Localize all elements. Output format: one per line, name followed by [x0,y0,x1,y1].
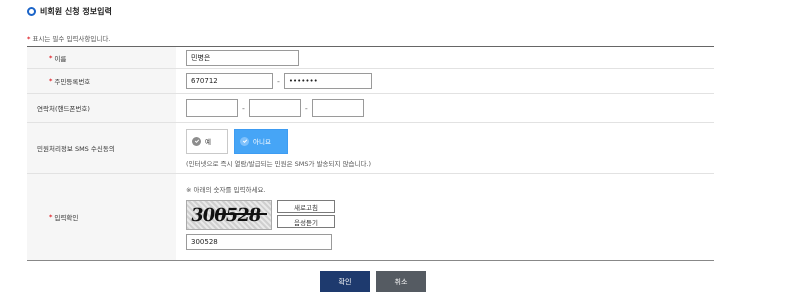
sms-no-label: 아니요 [253,138,271,146]
sms-toggle-group: 예 아니요 [186,128,371,154]
confirm-button[interactable]: 확인 [320,271,370,292]
sms-no-button[interactable]: 아니요 [234,128,288,154]
circle-bullet-icon [27,7,36,16]
content-phone: - - [176,94,714,122]
captcha-image-text: 300528 [189,204,262,226]
phone-part1-input[interactable] [186,99,238,117]
required-star-icon: * [27,35,31,43]
label-phone-text: 연락처(핸드폰번호) [37,105,90,113]
captcha-image: 300528 [186,200,272,230]
form-table: *이름 *주민등록번호 - 연락처(핸드폰번호) - [27,46,714,261]
sms-note: (인터넷으로 즉시 열람/발급되는 민원은 SMS가 발송되지 않습니다.) [186,159,372,168]
required-note: * 표시는 필수 입력사항입니다. [27,33,110,43]
row-name: * 이름 [27,47,714,69]
section-title-text: 비회원 신청 정보입력 [40,7,112,16]
sms-yes-button[interactable]: 예 [186,128,228,154]
row-captcha: * 입력확인 ※ 아래의 숫자를 입력하세요. 300528 새로고침 음성듣기 [27,174,714,260]
refresh-button[interactable]: 새로고침 [277,200,335,213]
check-icon [240,136,249,146]
label-rrn-text: 주민등록번호 [54,78,91,86]
cancel-button[interactable]: 취소 [376,271,426,292]
dash: - [304,103,308,113]
label-phone: 연락처(핸드폰번호) [27,94,176,122]
section-title: 비회원 신청 정보입력 [27,6,112,17]
content-sms: 예 아니요 (인터넷으로 즉시 열람/발급되는 민원은 SMS가 발송되지 않습… [176,123,714,173]
rrn-front-input[interactable] [186,73,273,89]
audio-button[interactable]: 음성듣기 [277,215,335,228]
content-name [176,47,714,68]
label-captcha: * 입력확인 [27,174,176,260]
rrn-back-input[interactable] [283,73,372,89]
phone-part2-input[interactable] [248,99,301,117]
row-rrn: *주민등록번호 - [27,69,714,94]
captcha-hint: ※ 아래의 숫자를 입력하세요. [186,186,266,194]
row-phone: 연락처(핸드폰번호) - - [27,94,714,123]
dash: - [242,103,245,113]
phone-part3-input[interactable] [311,99,364,117]
required-star-icon: * [49,77,53,85]
name-input[interactable] [186,49,299,66]
captcha-input[interactable] [186,234,332,250]
captcha-strike-line [217,213,267,215]
label-name-text: 이름 [54,54,67,63]
dash: - [277,76,280,86]
captcha-area: ※ 아래의 숫자를 입력하세요. 300528 새로고침 음성듣기 [186,184,335,250]
required-star-icon: * [49,53,53,62]
label-name: * 이름 [27,47,176,68]
sms-yes-label: 예 [205,138,211,146]
label-sms-text: 민원처리정보 SMS 수신동의 [37,145,115,153]
label-captcha-text: 입력확인 [54,214,79,222]
content-rrn: - [176,69,714,93]
check-icon [192,136,201,146]
captcha-buttons: 새로고침 음성듣기 [277,200,335,230]
required-note-text: 표시는 필수 입력사항입니다. [32,35,111,43]
form-actions: 확인 취소 [320,271,426,292]
label-sms: 민원처리정보 SMS 수신동의 [27,123,176,173]
row-sms-consent: 민원처리정보 SMS 수신동의 예 아니요 (인터넷으로 즉시 열람/발급되는 … [27,123,714,174]
nonmember-application-form: 비회원 신청 정보입력 *표시는 필수 입력사항입니다. *이름 *주민등록번호… [0,0,800,300]
sms-toggle-wrap: 예 아니요 (인터넷으로 즉시 열람/발급되는 민원은 SMS가 발송되지 않습… [186,128,372,168]
captcha-row: 300528 새로고침 음성듣기 [186,200,335,230]
required-star-icon: * [49,213,53,221]
label-rrn: * 주민등록번호 [27,69,176,93]
content-captcha: ※ 아래의 숫자를 입력하세요. 300528 새로고침 음성듣기 [176,174,714,260]
